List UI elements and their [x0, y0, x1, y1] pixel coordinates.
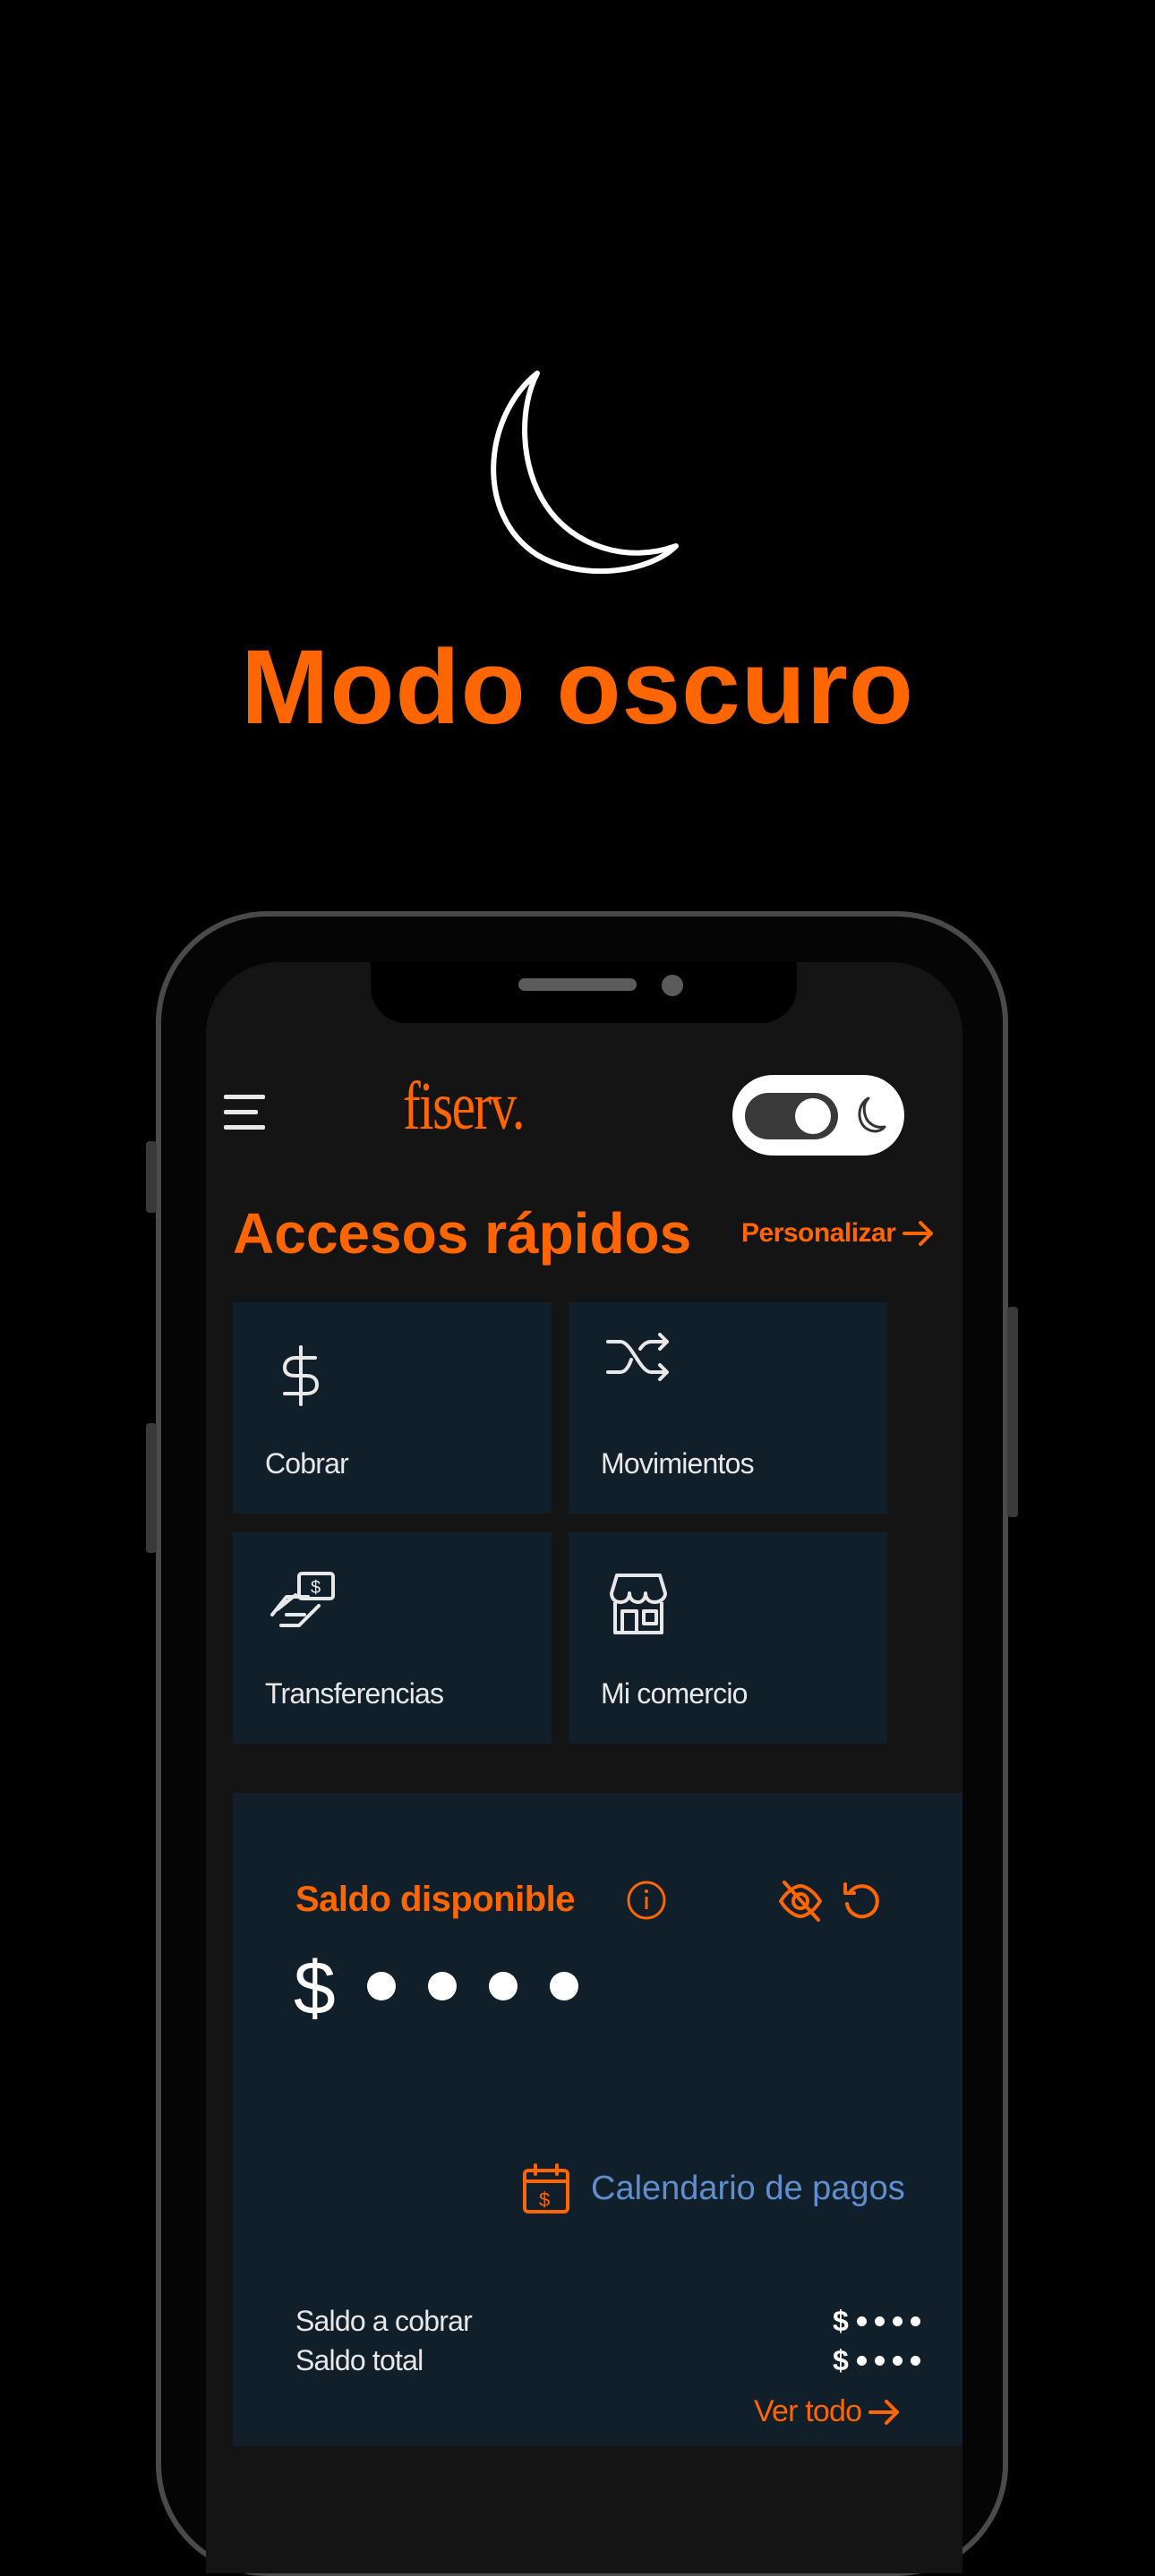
- customize-link[interactable]: Personalizar: [741, 1217, 937, 1250]
- store-icon: [610, 1574, 667, 1634]
- headline: Modo oscuro: [241, 628, 914, 746]
- phone-side-button: [146, 1423, 157, 1553]
- balance-card: Saldo disponible $ $ Calendario de pagos…: [233, 1793, 962, 2446]
- crescent-moon-icon: [466, 363, 689, 586]
- calendar-icon: $: [523, 2163, 569, 2213]
- refresh-icon[interactable]: [840, 1879, 885, 1923]
- hand-money-icon: $: [270, 1572, 335, 1627]
- app-screen: fiserv. Accesos rápidos Personalizar Cob…: [206, 962, 962, 2573]
- calendar-label: Calendario de pagos: [591, 2169, 905, 2207]
- total-balance-label: Saldo total: [295, 2344, 424, 2376]
- speaker: [518, 978, 637, 991]
- shuffle-icon: [606, 1333, 669, 1381]
- moon-icon: [858, 1096, 886, 1133]
- svg-text:$: $: [539, 2188, 550, 2211]
- dollar-icon: [282, 1345, 320, 1406]
- payment-calendar-link[interactable]: $ Calendario de pagos: [521, 2162, 905, 2215]
- see-all-label: Ver todo: [754, 2394, 862, 2428]
- arrow-right-icon: [903, 1221, 934, 1246]
- front-camera: [662, 975, 683, 996]
- masked-balance: [367, 1972, 578, 2000]
- customize-label: Personalizar: [741, 1218, 896, 1248]
- phone-side-button: [1007, 1307, 1018, 1517]
- tile-transferencias[interactable]: $ Transferencias: [233, 1532, 552, 1744]
- svg-text:$: $: [311, 1578, 321, 1598]
- info-icon[interactable]: [625, 1879, 668, 1922]
- balance-currency: $: [294, 1946, 336, 2030]
- tile-movimientos[interactable]: Movimientos: [569, 1302, 887, 1514]
- fiserv-logo: fiserv.: [403, 1069, 526, 1144]
- total-balance-value: $: [833, 2344, 920, 2377]
- toggle-knob: [795, 1098, 831, 1134]
- receivable-balance-value: $: [833, 2305, 920, 2338]
- tile-label: Movimientos: [601, 1447, 755, 1480]
- tile-label: Transferencias: [265, 1677, 444, 1710]
- tile-label: Mi comercio: [601, 1677, 748, 1710]
- arrow-right-icon: [868, 2399, 900, 2425]
- phone-notch: [371, 962, 797, 1023]
- balance-title: Saldo disponible: [295, 1880, 576, 1919]
- see-all-link[interactable]: Ver todo: [754, 2394, 903, 2429]
- hamburger-menu-icon[interactable]: [224, 1095, 265, 1132]
- section-title: Accesos rápidos: [233, 1201, 692, 1266]
- tile-mi-comercio[interactable]: Mi comercio: [569, 1532, 887, 1744]
- eye-off-icon[interactable]: [777, 1879, 824, 1923]
- tile-cobrar[interactable]: Cobrar: [233, 1302, 552, 1514]
- receivable-balance-label: Saldo a cobrar: [295, 2305, 473, 2337]
- dark-mode-toggle[interactable]: [732, 1075, 904, 1156]
- tile-label: Cobrar: [265, 1447, 349, 1480]
- toggle-track: [745, 1093, 838, 1139]
- phone-side-button: [146, 1141, 157, 1213]
